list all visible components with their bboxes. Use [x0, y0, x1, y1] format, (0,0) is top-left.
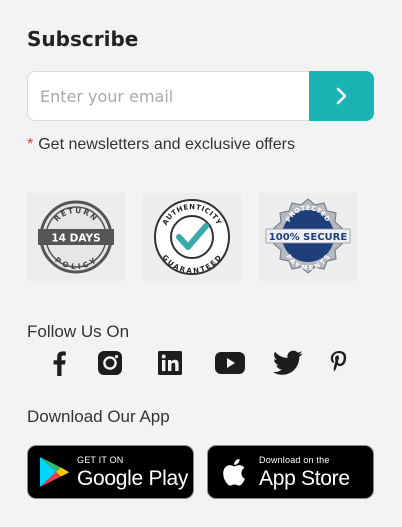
follow-us-label: Follow Us On [27, 322, 130, 341]
download-app-label: Download Our App [27, 407, 170, 426]
youtube-icon[interactable] [213, 347, 247, 379]
days-label: 14 DAYS [51, 233, 100, 245]
required-asterisk: * [27, 136, 34, 153]
authenticity-seal: AUTHENTICITY GUARANTEED [154, 199, 230, 275]
app-store-text: Download on the App Store [259, 454, 350, 490]
google-play-text: GET IT ON Google Play [77, 454, 189, 490]
pinterest-icon[interactable] [322, 347, 356, 379]
linkedin-icon[interactable] [153, 347, 187, 379]
facebook-icon[interactable] [42, 347, 76, 379]
instagram-icon[interactable] [93, 347, 127, 379]
authenticity-badge: AUTHENTICITY GUARANTEED [143, 193, 241, 281]
return-policy-seal: RETURN POLICY 14 DAYS [38, 200, 114, 274]
subscribe-form [27, 71, 374, 121]
app-store-big-text: App Store [259, 466, 350, 490]
social-links [42, 347, 362, 379]
subscribe-title: Subscribe [27, 27, 139, 51]
secure-payments-seal: PROTECTED PAYMENTS 100% SECURE [265, 198, 351, 274]
apple-icon [223, 458, 245, 486]
newsletter-note-text: Get newsletters and exclusive offers [38, 136, 295, 153]
google-play-big-text: Google Play [77, 466, 189, 490]
twitter-icon[interactable] [271, 347, 305, 379]
email-input[interactable] [27, 71, 309, 121]
app-store-button[interactable]: Download on the App Store [207, 445, 374, 499]
secure-label: 100% SECURE [269, 232, 348, 243]
google-play-icon [40, 457, 69, 487]
app-store-small-text: Download on the [259, 454, 330, 465]
google-play-button[interactable]: GET IT ON Google Play [27, 445, 194, 499]
return-policy-badge: RETURN POLICY 14 DAYS [27, 193, 125, 281]
chevron-right-icon [336, 87, 346, 105]
subscribe-submit-button[interactable] [309, 71, 374, 121]
newsletter-note: * Get newsletters and exclusive offers [27, 136, 295, 154]
secure-payments-badge: PROTECTED PAYMENTS 100% SECURE [259, 193, 357, 281]
google-play-small-text: GET IT ON [77, 454, 124, 465]
